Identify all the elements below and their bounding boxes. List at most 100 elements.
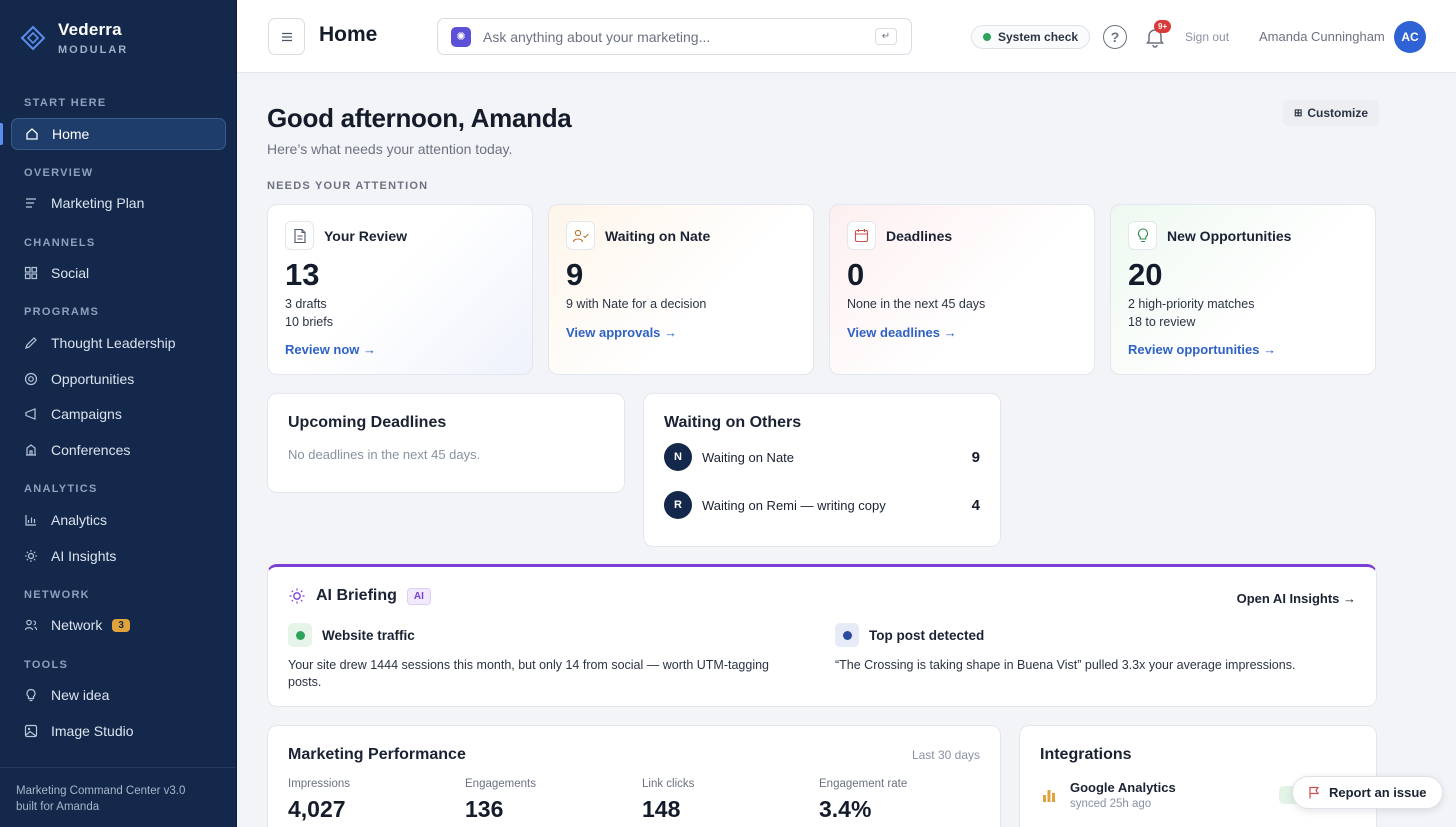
attention-card-waiting-nate[interactable]: Waiting on Nate 9 9 with Nate for a deci… [548, 204, 814, 375]
sidebar-item-campaigns[interactable]: Campaigns [11, 398, 226, 430]
sidebar-item-ai-insights[interactable]: AI Insights [11, 540, 226, 572]
grid-icon [24, 266, 38, 280]
waiting-count: 4 [971, 496, 980, 514]
sidebar-item-label: Conferences [51, 442, 131, 458]
waiting-label: Waiting on Remi — writing copy [702, 497, 886, 513]
sidebar-item-label: Home [52, 126, 90, 142]
sidebar-item-thought-leadership[interactable]: Thought Leadership [11, 327, 226, 359]
review-now-link[interactable]: Review now → [285, 342, 376, 357]
insight-top-post: Top post detected “The Crossing is takin… [835, 623, 1355, 674]
green-dot-icon [288, 623, 312, 647]
sidebar-item-label: Image Studio [51, 723, 134, 739]
nav-section-analytics: ANALYTICS [24, 483, 98, 495]
card-detail: 3 drafts [285, 297, 327, 311]
avatar[interactable]: AC [1394, 21, 1426, 53]
hamburger-icon [281, 32, 292, 41]
network-count-badge: 3 [112, 618, 130, 632]
view-deadlines-link[interactable]: View deadlines → [847, 325, 957, 340]
review-opportunities-link[interactable]: Review opportunities → [1128, 342, 1276, 357]
sidebar-item-social[interactable]: Social [11, 257, 226, 289]
insight-body: Your site drew 1444 sessions this month,… [288, 658, 770, 689]
list-icon [24, 196, 38, 210]
user-check-icon [566, 221, 595, 250]
attention-card-review[interactable]: Your Review 13 3 drafts 10 briefs Review… [267, 204, 533, 375]
waiting-on-others-panel: Waiting on Others N Waiting on Nate 9 R … [643, 393, 1001, 547]
avatar: N [664, 443, 692, 471]
search-placeholder: Ask anything about your marketing... [483, 28, 711, 45]
sidebar-footer: Marketing Command Center v3.0 built for … [0, 767, 236, 827]
greeting-heading: Good afternoon, Amanda [267, 103, 572, 133]
lightbulb-icon [1128, 221, 1157, 250]
customize-button[interactable]: ⊞ Customize [1283, 100, 1380, 126]
metric-impressions: Impressions 4,027 [288, 778, 350, 823]
integration-status: synced 25h ago [1070, 798, 1152, 810]
system-check-button[interactable]: System check [971, 25, 1091, 49]
help-icon[interactable]: ? [1103, 25, 1127, 49]
metric-engagement-rate: Engagement rate 3.4% [819, 778, 907, 823]
sidebar-item-home[interactable]: Home [11, 118, 226, 150]
panel-title: AI Briefing [316, 587, 397, 604]
avatar: R [664, 491, 692, 519]
attention-card-deadlines[interactable]: Deadlines 0 None in the next 45 days Vie… [829, 204, 1095, 375]
ask-ai-search-input[interactable]: ✺ Ask anything about your marketing... ↵ [437, 18, 912, 55]
sparkle-icon: ✺ [451, 26, 471, 47]
enter-key-icon: ↵ [875, 28, 897, 45]
sign-out-link[interactable]: Sign out [1185, 30, 1229, 44]
nav-section-channels: CHANNELS [24, 237, 96, 249]
calendar-icon [847, 221, 876, 250]
user-name: Amanda Cunningham [1259, 29, 1385, 44]
waiting-row[interactable]: N Waiting on Nate 9 [664, 443, 980, 471]
sidebar-item-network[interactable]: Network 3 [11, 609, 226, 641]
grid-small-icon: ⊞ [1294, 107, 1303, 119]
document-icon [285, 221, 314, 250]
flag-icon [1309, 786, 1320, 799]
card-title: Waiting on Nate [605, 227, 711, 244]
card-count: 9 [566, 257, 584, 292]
system-check-label: System check [998, 30, 1079, 44]
page-title: Home [319, 23, 378, 46]
footer-version: Marketing Command Center v3.0 [16, 785, 186, 797]
metric-value: 148 [642, 796, 681, 822]
waiting-label: Waiting on Nate [702, 449, 795, 465]
insight-title: Website traffic [322, 627, 415, 643]
sidebar-item-label: Social [51, 265, 90, 281]
brand-subtitle: MODULAR [58, 44, 129, 56]
open-ai-insights-link[interactable]: Open AI Insights → [1237, 591, 1356, 606]
nav-section-overview: OVERVIEW [24, 167, 94, 179]
card-count: 0 [847, 257, 865, 292]
sidebar-item-analytics[interactable]: Analytics [11, 504, 226, 536]
sidebar-item-marketing-plan[interactable]: Marketing Plan [11, 187, 226, 219]
sidebar-item-opportunities[interactable]: Opportunities [11, 363, 226, 395]
insight-website-traffic: Website traffic Your site drew 1444 sess… [288, 623, 798, 691]
upcoming-deadlines-panel: Upcoming Deadlines No deadlines in the n… [267, 393, 625, 493]
blue-dot-icon [835, 623, 859, 647]
bar-chart-icon [24, 513, 38, 527]
building-icon [24, 443, 38, 457]
view-approvals-link[interactable]: View approvals → [566, 325, 677, 340]
sidebar-item-image-studio[interactable]: Image Studio [11, 715, 226, 747]
nav-section-programs: PROGRAMS [24, 306, 100, 318]
integration-name: Google Analytics [1070, 780, 1176, 795]
report-issue-button[interactable]: Report an issue [1292, 776, 1443, 809]
target-icon [24, 372, 38, 386]
sidebar-item-label: Opportunities [51, 371, 135, 387]
date-range-label[interactable]: Last 30 days [912, 748, 980, 762]
integration-item[interactable]: Google Analytics synced 25h ago [1040, 780, 1176, 810]
ai-briefing-panel: AI Briefing AI Open AI Insights → Websit… [267, 564, 1377, 707]
status-dot-icon [983, 33, 991, 41]
waiting-count: 9 [971, 448, 980, 466]
diamond-logo-icon [20, 25, 46, 51]
sidebar-item-conferences[interactable]: Conferences [11, 434, 226, 466]
waiting-row[interactable]: R Waiting on Remi — writing copy 4 [664, 491, 980, 519]
card-detail: None in the next 45 days [847, 297, 986, 311]
menu-toggle-button[interactable] [268, 18, 305, 55]
sidebar-item-new-idea[interactable]: New idea [11, 679, 226, 711]
empty-state-text: No deadlines in the next 45 days. [288, 447, 481, 462]
panel-title: Integrations [1040, 746, 1132, 763]
metric-value: 136 [465, 796, 504, 822]
customize-label: Customize [1307, 106, 1369, 120]
report-issue-label: Report an issue [1329, 785, 1427, 800]
brand[interactable]: Vederra MODULAR [20, 20, 128, 56]
attention-card-opportunities[interactable]: New Opportunities 20 2 high-priority mat… [1110, 204, 1376, 375]
sidebar-item-label: Marketing Plan [51, 195, 145, 211]
